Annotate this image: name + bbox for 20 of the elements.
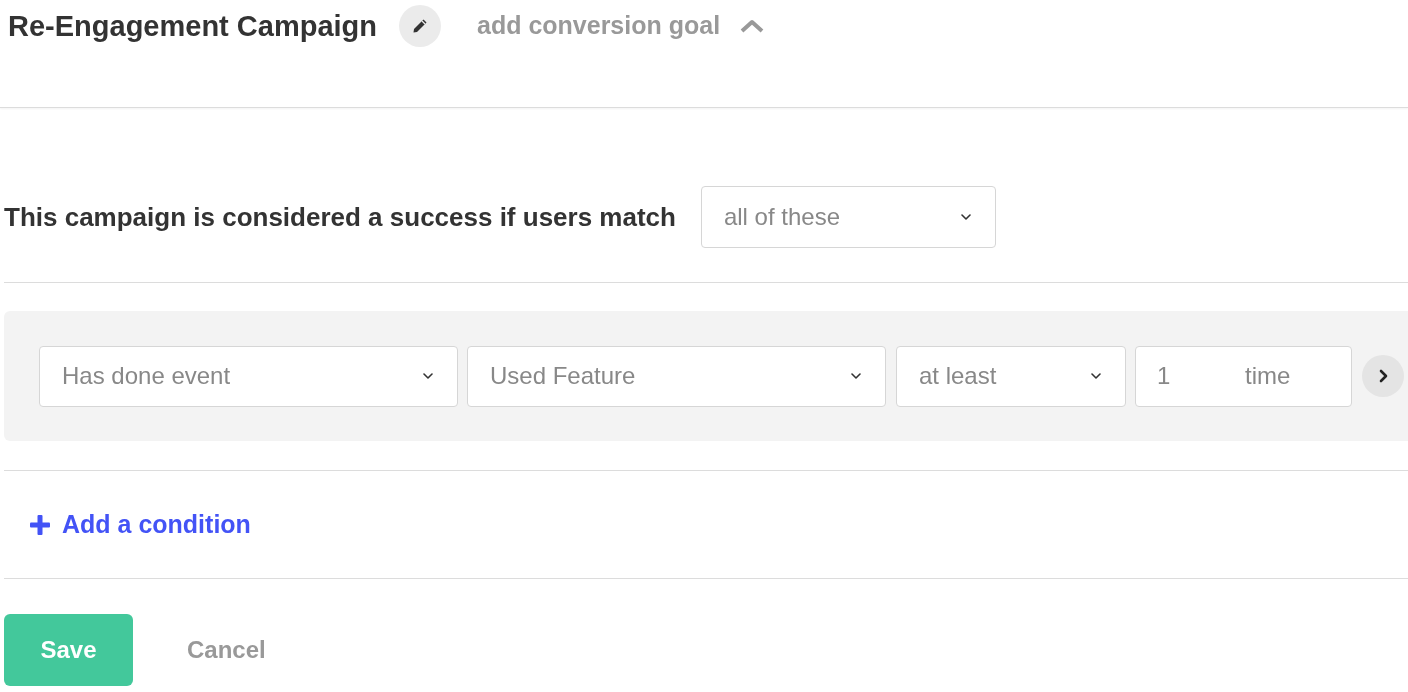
chevron-down-icon	[851, 373, 861, 379]
plus-icon	[30, 514, 50, 535]
save-button[interactable]: Save	[4, 614, 133, 686]
match-dropdown[interactable]: all of these	[700, 186, 996, 248]
select-dropdown[interactable]: Used Feature	[467, 345, 886, 407]
edit-button[interactable]	[399, 5, 441, 47]
success-criteria-label: This campaign is considered a success if users match	[4, 200, 676, 234]
add-conversion-goal-link[interactable]: add conversion goal	[477, 7, 765, 45]
select-dropdown[interactable]: Has done event	[39, 345, 458, 407]
chevron-down-icon	[1091, 373, 1101, 379]
chevron-down-icon	[423, 373, 433, 379]
next-button[interactable]	[1362, 355, 1404, 397]
select-dropdown[interactable]: at least	[896, 345, 1126, 407]
pencil-icon	[412, 18, 428, 34]
campaign-title: Re-Engagement Campaign	[8, 11, 377, 41]
chevron-right-icon	[1378, 369, 1388, 383]
cancel-button[interactable]: Cancel	[187, 632, 266, 668]
chevron-down-icon	[960, 214, 971, 220]
count-field[interactable]: 1 time	[1135, 345, 1352, 407]
add-condition-link[interactable]: Add a condition	[30, 505, 251, 544]
